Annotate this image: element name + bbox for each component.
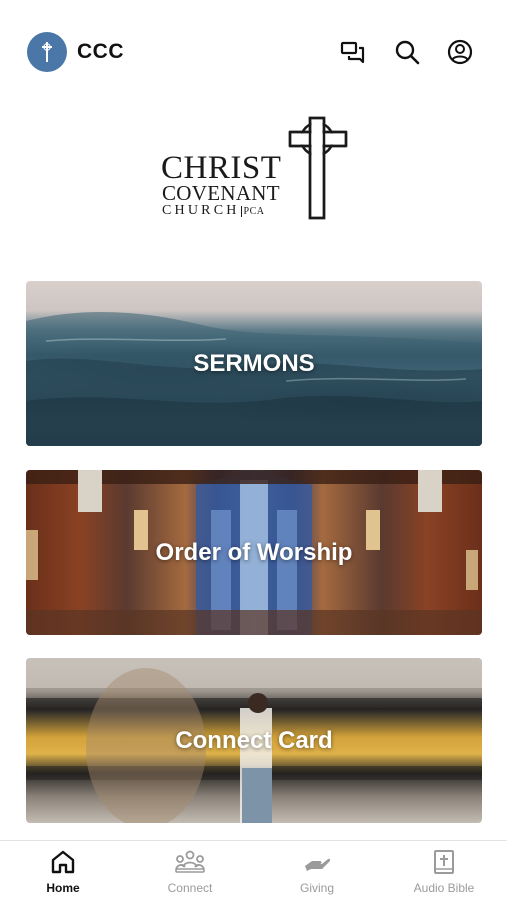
connect-card-card[interactable]: Connect Card: [26, 658, 482, 823]
tab-giving-label: Giving: [299, 881, 334, 895]
account-button[interactable]: [446, 38, 474, 66]
logo-church-word: CHURCH: [162, 203, 240, 218]
order-of-worship-card[interactable]: Order of Worship: [26, 470, 482, 635]
sermons-card-label: SERMONS: [193, 349, 315, 377]
tab-connect[interactable]: Connect: [140, 849, 240, 899]
logo-line-covenant: COVENANT: [162, 181, 280, 205]
search-icon: [395, 40, 420, 65]
tab-home[interactable]: Home: [13, 849, 113, 899]
celtic-cross-logo-icon: [288, 116, 348, 220]
giving-hand-icon: [305, 858, 331, 871]
order-of-worship-card-label: Order of Worship: [155, 538, 353, 566]
tab-audio-bible-label: Audio Bible: [413, 881, 475, 895]
cross-icon: [42, 42, 52, 62]
connect-card-label: Connect Card: [175, 726, 333, 754]
chat-button[interactable]: [339, 38, 367, 66]
app-title: CCC: [77, 40, 124, 63]
bible-icon: [434, 850, 454, 874]
account-icon: [447, 39, 473, 65]
chat-icon: [340, 41, 365, 64]
tab-connect-label: Connect: [167, 881, 213, 895]
tab-giving[interactable]: Giving: [267, 849, 367, 899]
bottom-tab-bar: Home Connect Giving Audio Bible: [0, 840, 507, 900]
sermons-card[interactable]: SERMONS: [26, 281, 482, 446]
church-logo: CHRIST COVENANT CHURCH PCA: [160, 114, 350, 222]
tab-audio-bible[interactable]: Audio Bible: [394, 849, 494, 899]
logo-line-church: CHURCH PCA: [162, 204, 265, 218]
tab-home-label: Home: [46, 881, 80, 895]
home-icon: [51, 850, 75, 874]
church-avatar[interactable]: [27, 32, 67, 72]
app-header: CCC: [0, 0, 507, 100]
logo-pca: PCA: [240, 206, 265, 217]
search-button[interactable]: [393, 38, 421, 66]
people-icon: [175, 850, 205, 873]
